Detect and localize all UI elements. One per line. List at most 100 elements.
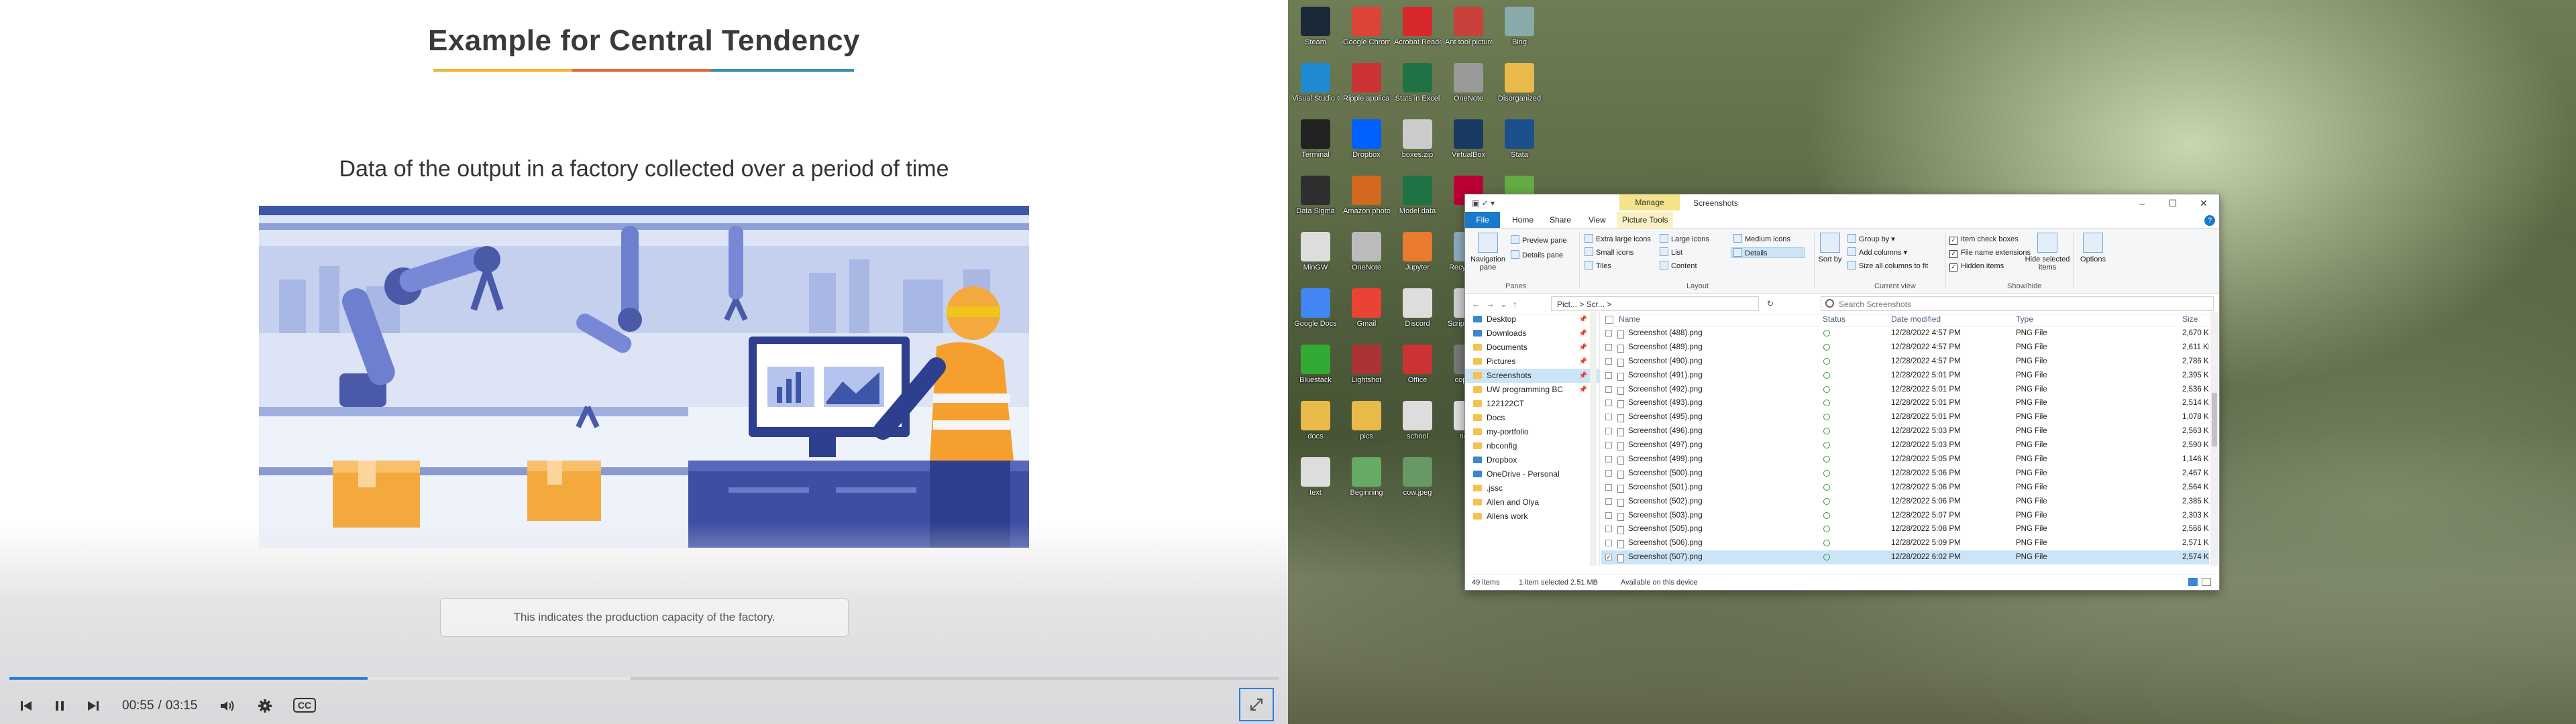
row-checkbox[interactable] (1605, 428, 1612, 435)
row-checkbox[interactable]: ✓ (1605, 554, 1612, 561)
desktop-icon[interactable]: school (1394, 397, 1441, 455)
desktop-icon[interactable]: boxes.zip (1394, 115, 1441, 173)
nav-item[interactable]: Dropbox (1465, 453, 1599, 467)
nav-scrollbar[interactable] (1590, 312, 1597, 566)
table-row[interactable]: Screenshot (502).png 12/28/2022 5:06 PM PN… (1601, 495, 2209, 509)
hide-selected-button[interactable]: Hide selected items (2025, 233, 2070, 272)
nav-item[interactable]: OneDrive - Personal (1465, 467, 1599, 481)
table-row[interactable]: ✓ Screenshot (507).png 12/28/2022 6:02 PM P… (1601, 550, 2209, 565)
desktop-icon[interactable]: Amazon photos (1343, 172, 1390, 229)
nav-item[interactable]: Screenshots 📌 (1465, 369, 1599, 383)
layout-content[interactable]: Content (1660, 261, 1697, 272)
nav-item[interactable]: Docs (1465, 411, 1599, 425)
layout-large[interactable]: Large icons (1660, 234, 1709, 245)
table-row[interactable]: Screenshot (488).png 12/28/2022 4:57 PM PN… (1601, 326, 2209, 341)
column-type[interactable]: Type (2016, 312, 2033, 326)
previous-button[interactable] (15, 695, 38, 717)
row-checkbox[interactable] (1605, 357, 1612, 365)
table-row[interactable]: Screenshot (499).png 12/28/2022 5:05 PM PN… (1601, 452, 2209, 467)
desktop-icon[interactable]: MinGW (1292, 228, 1339, 286)
nav-item[interactable]: my-portfolio (1465, 425, 1599, 439)
desktop-icon[interactable]: VirtualBox (1445, 115, 1492, 173)
desktop-icon[interactable]: pics (1343, 397, 1390, 455)
table-row[interactable]: Screenshot (503).png 12/28/2022 5:07 PM PN… (1601, 509, 2209, 523)
details-pane-button[interactable]: Details pane (1511, 250, 1563, 261)
desktop-icon[interactable]: Model data (1394, 172, 1441, 229)
table-row[interactable]: Screenshot (495).png 12/28/2022 5:01 PM PN… (1601, 410, 2209, 424)
navigation-pane-button[interactable]: Navigation pane (1469, 233, 1507, 272)
nav-item[interactable]: Documents 📌 (1465, 341, 1599, 355)
nav-item[interactable]: Desktop 📌 (1465, 312, 1599, 326)
refresh-icon[interactable]: ↻ (1763, 296, 1778, 311)
desktop-icon[interactable]: Stata (1496, 115, 1543, 173)
desktop-icon[interactable]: Data Sigma (1292, 172, 1339, 229)
desktop-icon[interactable]: Dropbox (1343, 115, 1390, 173)
tab-share[interactable]: Share (1544, 212, 1576, 228)
desktop-icon[interactable]: OneNote (1343, 228, 1390, 286)
desktop-icon[interactable]: Gmail (1343, 284, 1390, 342)
row-checkbox[interactable] (1605, 400, 1612, 407)
fullscreen-button[interactable] (1239, 688, 1274, 721)
row-checkbox[interactable] (1605, 442, 1612, 449)
quick-access-toolbar[interactable]: ▣ ✓ ▾ (1472, 198, 1495, 208)
nav-item[interactable]: UW programming BC 📌 (1465, 383, 1599, 397)
layout-details[interactable]: Details (1731, 247, 1805, 258)
nav-item[interactable]: Allen and Olya (1465, 495, 1599, 509)
pause-button[interactable] (48, 695, 71, 717)
row-checkbox[interactable] (1605, 385, 1612, 393)
tab-view[interactable]: View (1583, 212, 1611, 228)
desktop-icon[interactable]: Steam (1292, 3, 1339, 60)
row-checkbox[interactable] (1605, 456, 1612, 463)
item-checkboxes-toggle[interactable]: ✓ Item check boxes (1949, 234, 2019, 245)
layout-extra-large[interactable]: Extra large icons (1585, 234, 1651, 245)
nav-item[interactable]: 122122CT (1465, 397, 1599, 411)
desktop-icon[interactable]: OneNote (1445, 59, 1492, 117)
file-extensions-toggle[interactable]: ✓ File name extensions (1949, 247, 2031, 258)
file-scrollbar[interactable] (2210, 312, 2218, 566)
table-row[interactable]: Screenshot (493).png 12/28/2022 5:01 PM PN… (1601, 396, 2209, 410)
table-row[interactable]: Screenshot (491).png 12/28/2022 5:01 PM PN… (1601, 369, 2209, 383)
nav-item[interactable]: Allens work (1465, 509, 1599, 524)
maximize-button[interactable]: ☐ (2157, 194, 2188, 212)
table-row[interactable]: Screenshot (505).png 12/28/2022 5:08 PM PN… (1601, 522, 2209, 536)
table-row[interactable]: Screenshot (500).png 12/28/2022 5:06 PM PN… (1601, 467, 2209, 481)
column-name[interactable]: Name (1619, 312, 1640, 326)
tab-picture-tools[interactable]: Picture Tools (1617, 212, 1674, 228)
desktop-icon[interactable]: docs (1292, 397, 1339, 455)
layout-small[interactable]: Small icons (1585, 247, 1633, 258)
desktop-icon[interactable]: Google Chrome (1343, 3, 1390, 60)
row-checkbox[interactable] (1605, 540, 1612, 547)
row-checkbox[interactable] (1605, 497, 1612, 505)
thumbnails-view-icon[interactable] (2202, 578, 2211, 586)
nav-item[interactable]: nbconfig (1465, 439, 1599, 453)
size-columns-button[interactable]: Size all columns to fit (1847, 261, 1928, 272)
desktop-icon[interactable]: Ant tool picture (1445, 3, 1492, 60)
table-row[interactable]: Screenshot (497).png 12/28/2022 5:03 PM PN… (1601, 438, 2209, 452)
column-status[interactable]: Status (1823, 312, 1845, 326)
select-all-checkbox[interactable] (1605, 316, 1613, 324)
desktop-icon[interactable]: text (1292, 453, 1339, 511)
desktop-icon[interactable]: Beginning (1343, 453, 1390, 511)
tab-file[interactable]: File (1465, 212, 1500, 228)
minimize-button[interactable]: – (2127, 194, 2157, 212)
nav-item[interactable]: Downloads 📌 (1465, 326, 1599, 341)
row-checkbox[interactable] (1605, 511, 1612, 519)
row-checkbox[interactable] (1605, 330, 1612, 337)
desktop-icon[interactable]: Bluestack (1292, 341, 1339, 398)
desktop-icon[interactable]: Lightshot (1343, 341, 1390, 398)
help-icon[interactable]: ? (2204, 215, 2215, 226)
row-checkbox[interactable] (1605, 343, 1612, 351)
nav-arrows[interactable]: ←→⌄↑ (1472, 299, 1522, 310)
desktop-icon[interactable]: cow.jpeg (1394, 453, 1441, 511)
desktop-icon[interactable]: Disorganized (1496, 59, 1543, 117)
desktop-icon[interactable]: Terminal (1292, 115, 1339, 173)
add-columns-button[interactable]: Add columns ▾ (1847, 247, 1907, 258)
tab-home[interactable]: Home (1507, 212, 1539, 228)
desktop-icon[interactable]: Office (1394, 341, 1441, 398)
layout-medium[interactable]: Medium icons (1733, 234, 1790, 245)
options-button[interactable]: Options (2078, 233, 2108, 263)
next-button[interactable] (82, 695, 105, 717)
group-by-button[interactable]: Group by ▾ (1847, 234, 1895, 245)
manage-tab[interactable]: Manage (1619, 194, 1680, 210)
scroll-thumb[interactable] (2212, 393, 2217, 446)
